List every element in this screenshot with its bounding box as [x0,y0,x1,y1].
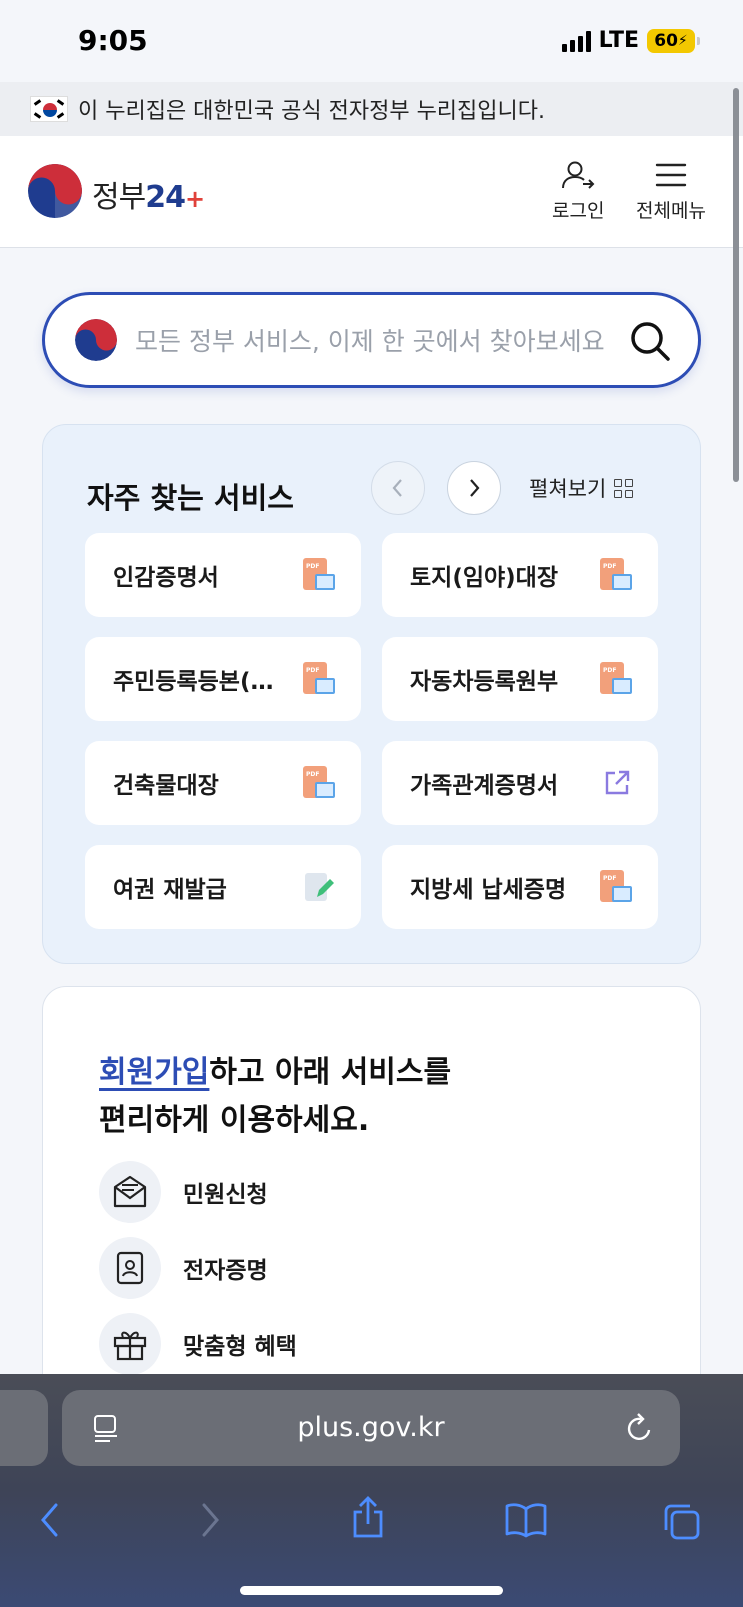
service-card[interactable]: 지방세 납세증명 [382,845,658,929]
frequent-services-title: 자주 찾는 서비스 [87,481,294,515]
pdf-icon [303,766,335,800]
benefit-item[interactable]: 맞춤형 혜택 [99,1313,297,1375]
page-scrollbar[interactable] [733,88,739,482]
chevron-left-icon [392,479,402,497]
benefit-label: 민원신청 [183,1182,268,1208]
battery-icon: 60 ⚡ [647,28,700,53]
user-login-icon [562,161,595,189]
service-card[interactable]: 여권 재발급 [85,845,361,929]
gov24-logo-icon[interactable] [28,164,82,218]
gov-official-banner[interactable]: 이 누리집은 대한민국 공식 전자정부 누리집입니다. [0,82,743,136]
service-label: 지방세 납세증명 [410,877,567,903]
address-bar[interactable]: plus.gov.kr [62,1390,680,1466]
frequent-services-panel: 자주 찾는 서비스 펼쳐보기 인감증명서 토지(임야)대장 주민등록등본(… 자… [42,424,701,964]
pdf-icon [600,870,632,904]
browser-toolbar: plus.gov.kr [0,1374,743,1607]
status-bar: 9:05 LTE 60 ⚡ [0,0,743,82]
search-bar[interactable] [42,292,701,388]
search-input[interactable] [135,317,605,365]
service-label: 가족관계증명서 [410,773,559,799]
gov24-logo-text[interactable]: 정부24+ [92,172,205,216]
signup-heading-line2: 편리하게 이용하세요. [99,1103,370,1138]
service-card[interactable]: 자동차등록원부 [382,637,658,721]
service-label: 자동차등록원부 [410,669,559,695]
home-indicator[interactable] [240,1586,503,1595]
benefit-label: 맞춤형 혜택 [183,1334,297,1360]
site-header: 정부24+ 로그인 전체메뉴 [0,136,743,248]
benefit-item[interactable]: 민원신청 [99,1161,268,1223]
signup-link[interactable]: 회원가입 [99,1055,209,1090]
logo-word: 정부 [92,180,146,215]
tabs-icon[interactable] [662,1502,702,1542]
benefit-label: 전자증명 [183,1258,268,1284]
korean-flag-icon [30,96,68,122]
service-card[interactable]: 건축물대장 [85,741,361,825]
signup-heading-rest: 하고 아래 서비스를 [209,1055,452,1090]
previous-tab-stub[interactable] [0,1390,48,1466]
expand-view-label: 펼쳐보기 [529,477,607,501]
bookmarks-icon[interactable] [504,1502,548,1538]
service-card[interactable]: 가족관계증명서 [382,741,658,825]
service-label: 건축물대장 [113,773,219,799]
service-card[interactable]: 인감증명서 [85,533,361,617]
login-label: 로그인 [552,200,605,222]
menu-label: 전체메뉴 [636,200,706,222]
url-text: plus.gov.kr [297,1412,445,1443]
carousel-next-button[interactable] [447,461,501,515]
status-indicators: LTE 60 ⚡ [561,28,700,53]
login-button[interactable]: 로그인 [552,160,604,223]
id-card-icon [99,1237,161,1299]
service-label: 주민등록등본(… [113,669,274,695]
expand-view-button[interactable]: 펼쳐보기 [529,473,634,503]
full-menu-button[interactable]: 전체메뉴 [636,160,706,223]
carousel-prev-button[interactable] [371,461,425,515]
pdf-icon [600,662,632,696]
forward-arrow-icon[interactable] [198,1502,222,1538]
service-card[interactable]: 토지(임야)대장 [382,533,658,617]
edit-document-icon [305,873,334,901]
network-type: LTE [598,28,639,53]
envelope-icon [99,1161,161,1223]
service-label: 인감증명서 [113,565,219,591]
service-label: 여권 재발급 [113,877,227,903]
back-arrow-icon[interactable] [38,1502,62,1538]
pdf-icon [303,558,335,592]
external-link-icon [605,770,630,795]
battery-level: 60 [654,30,678,51]
status-time: 9:05 [78,24,148,57]
hamburger-menu-icon [655,163,687,187]
chevron-right-icon [470,479,480,497]
gov-emblem-icon [75,319,117,361]
pdf-icon [303,662,335,696]
search-icon[interactable] [628,319,672,363]
benefit-item[interactable]: 전자증명 [99,1237,268,1299]
pdf-icon [600,558,632,592]
gift-icon [99,1313,161,1375]
grid-icon [614,478,634,498]
gov-banner-text: 이 누리집은 대한민국 공식 전자정부 누리집입니다. [78,99,546,124]
signup-heading: 회원가입하고 아래 서비스를 편리하게 이용하세요. [99,1049,451,1145]
logo-number: 24 [145,180,186,215]
signup-promo-panel: 회원가입하고 아래 서비스를 편리하게 이용하세요. 민원신청 전자증명 맞춤형… [42,986,701,1406]
reload-icon[interactable] [624,1412,654,1444]
service-label: 토지(임야)대장 [410,565,558,591]
service-card[interactable]: 주민등록등본(… [85,637,361,721]
signal-icon [561,30,591,52]
share-icon[interactable] [350,1496,386,1540]
